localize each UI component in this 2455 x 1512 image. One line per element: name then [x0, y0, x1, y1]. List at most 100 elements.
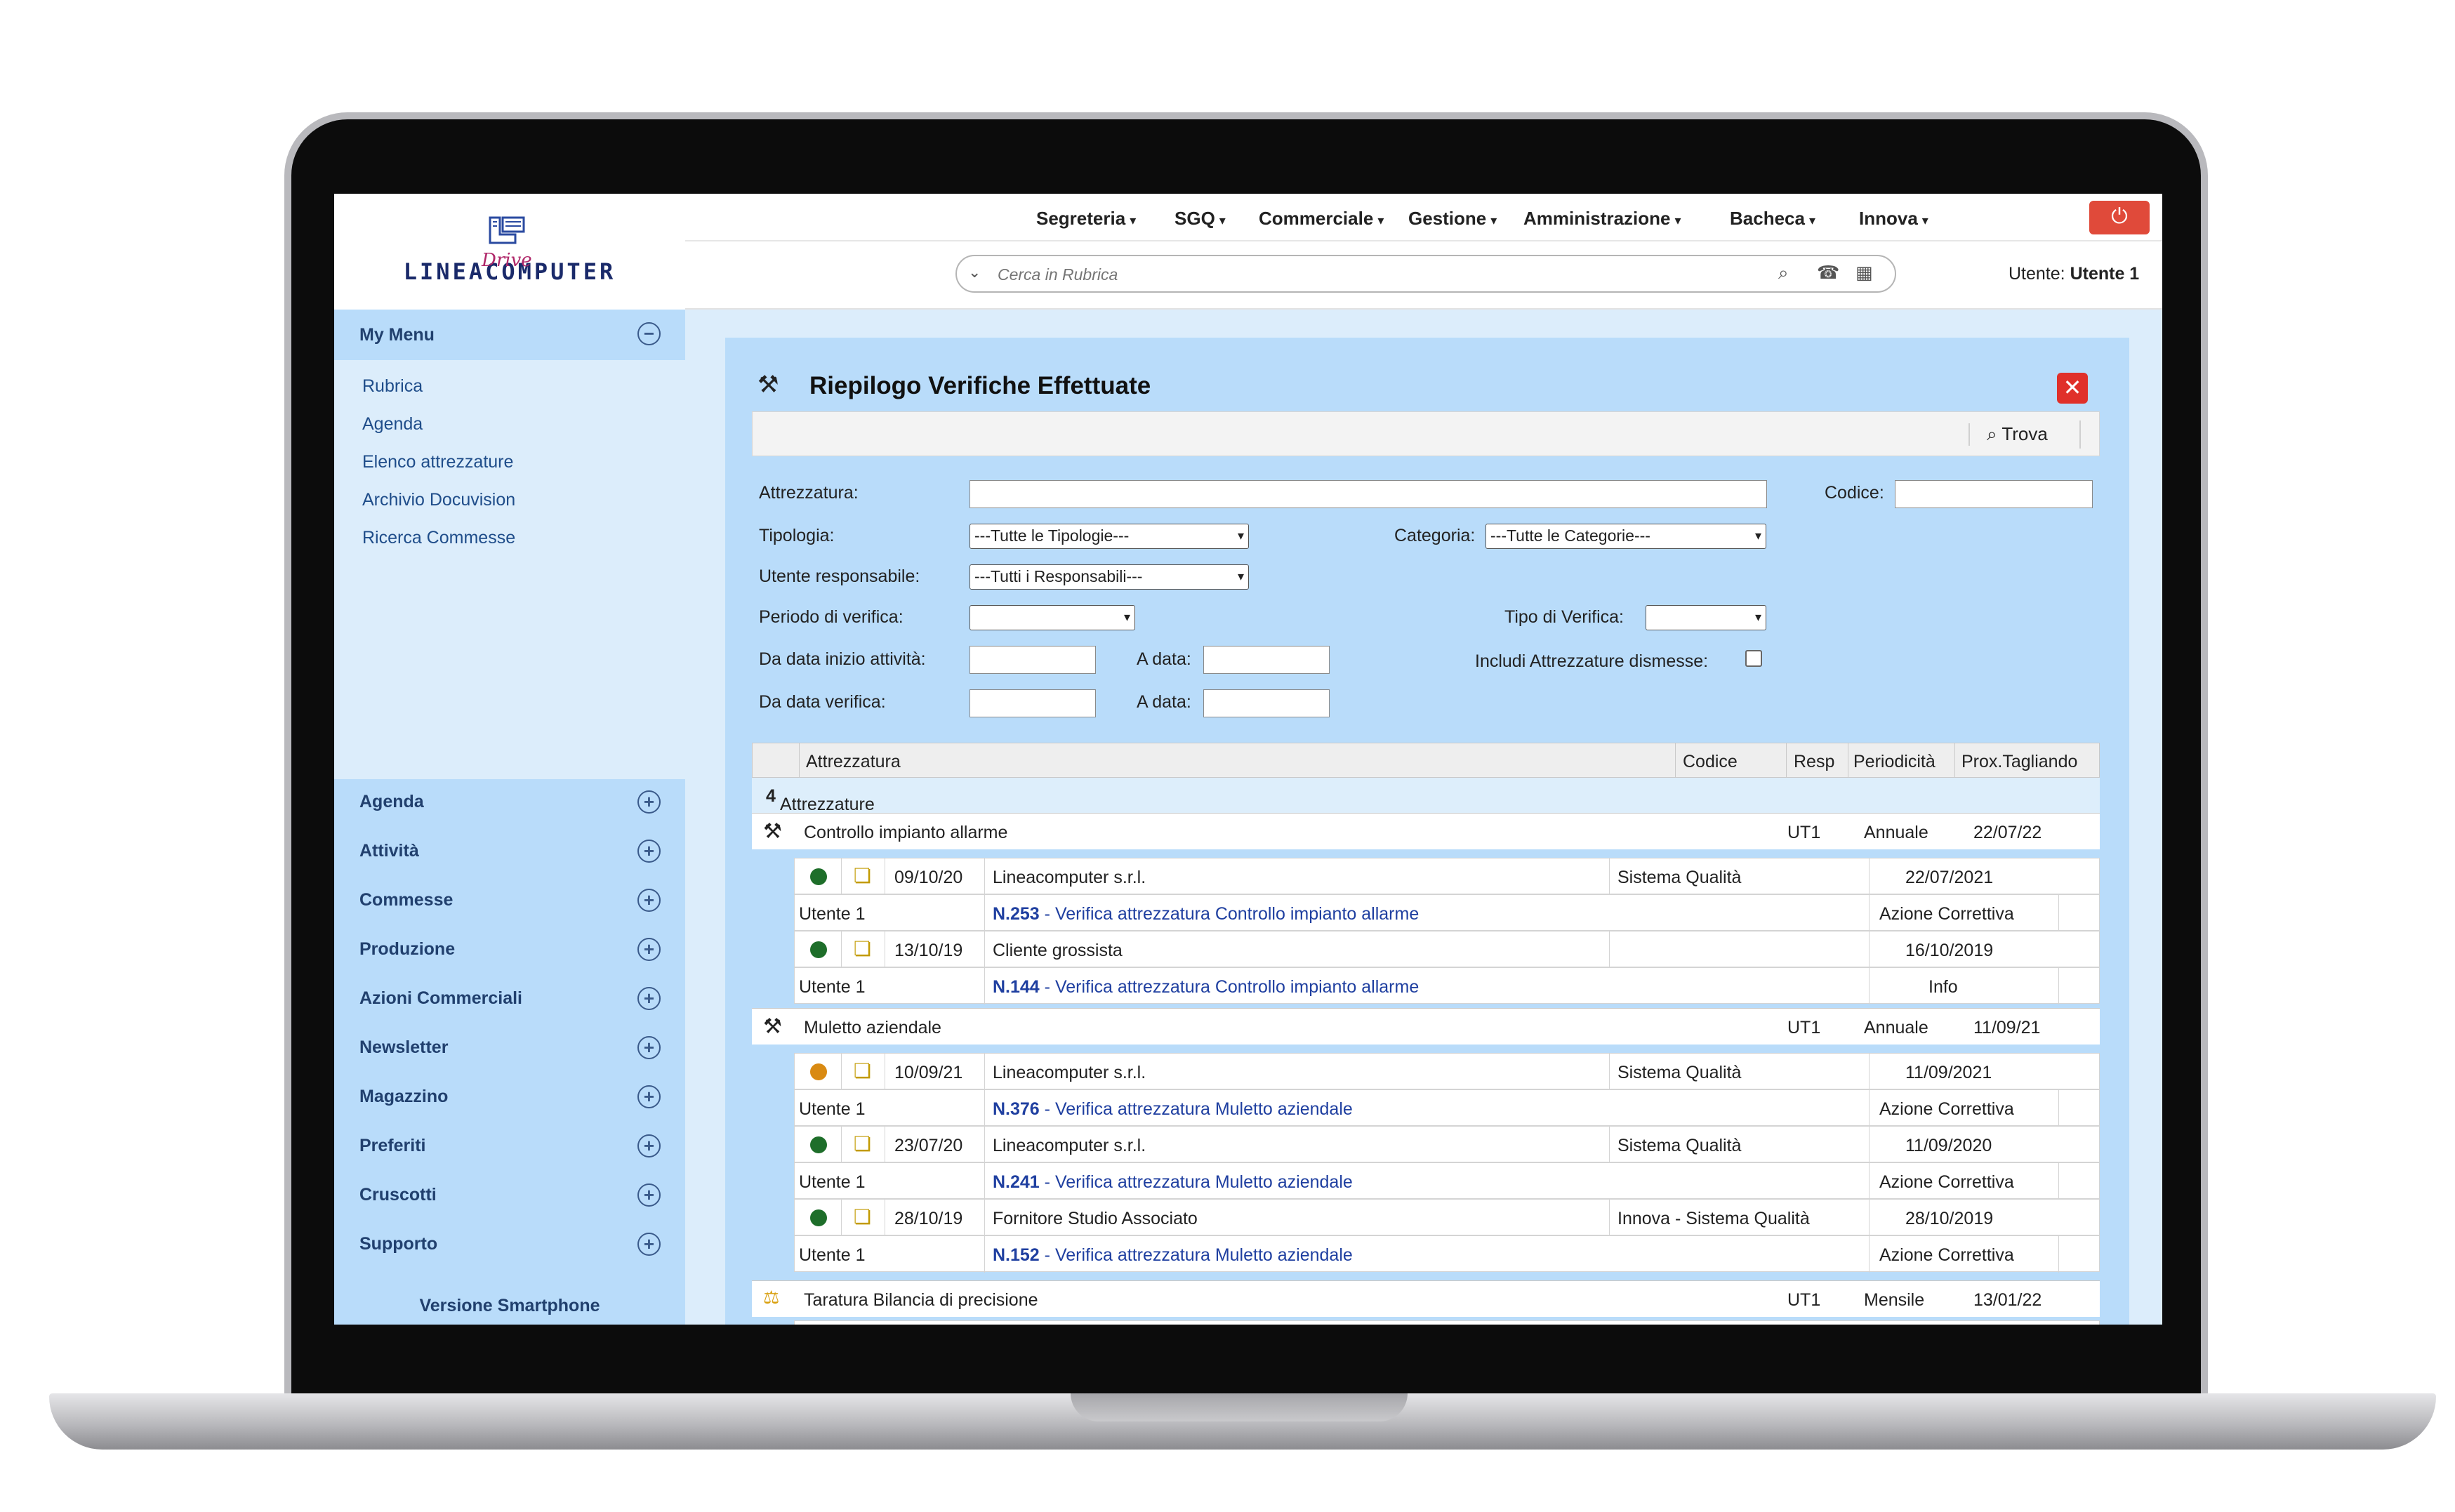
collapse-icon[interactable]: − [637, 322, 661, 345]
category: Sistema Qualità [1617, 1136, 1742, 1155]
attrezzatura-input[interactable] [970, 480, 1767, 508]
chevron-down-icon: ▾ [1237, 529, 1244, 543]
table-row-detail[interactable]: Utente 1 N.144 - Verifica attrezzatura C… [794, 967, 2100, 1004]
sidebar-section-supporto[interactable]: Supporto + [334, 1221, 685, 1271]
section-label: Magazzino [359, 1087, 449, 1106]
expand-icon[interactable]: + [637, 1183, 661, 1207]
find-button[interactable]: ⌕ Trova [1968, 423, 2048, 446]
document-stack-icon[interactable]: ❏ [854, 1132, 871, 1155]
table-row[interactable]: ❏ 13/10/19 Cliente grossista 16/10/2019 [794, 931, 2100, 968]
verification-link[interactable]: N.241 - Verifica attrezzatura Muletto az… [993, 1172, 1353, 1193]
sidebar-section-produzione[interactable]: Produzione + [334, 927, 685, 976]
da-data-inizio-input[interactable] [970, 646, 1096, 674]
sidebar-section-commesse[interactable]: Commesse + [334, 877, 685, 927]
periodo-select[interactable]: ▾ [970, 605, 1135, 630]
my-menu-header[interactable]: My Menu − [334, 310, 685, 360]
expand-icon[interactable]: + [637, 889, 661, 912]
table-row-detail[interactable]: Utente 1 N.241 - Verifica attrezzatura M… [794, 1162, 2100, 1200]
table-row[interactable]: ❏ 23/07/20 Lineacomputer s.r.l. Sistema … [794, 1126, 2100, 1163]
document-stack-icon[interactable]: ❏ [854, 937, 871, 960]
sidebar-section-agenda[interactable]: Agenda + [334, 779, 685, 828]
table-row-detail[interactable]: Utente 1 N.376 - Verifica attrezzatura M… [794, 1089, 2100, 1127]
column-header-periodicita[interactable]: Periodicità [1853, 752, 1935, 772]
sidebar-section-cruscotti[interactable]: Cruscotti + [334, 1172, 685, 1221]
sidebar-section-magazzino[interactable]: Magazzino + [334, 1074, 685, 1123]
calendar-icon[interactable]: ▦ [1855, 262, 1873, 284]
my-menu-item-agenda[interactable]: Agenda [362, 410, 515, 448]
nav-bacheca[interactable]: Bacheca ▾ [1730, 208, 1815, 230]
table-row[interactable]: ❏ 28/10/19 Fornitore Studio Associato In… [794, 1199, 2100, 1236]
sidebar-section-preferiti[interactable]: Preferiti + [334, 1123, 685, 1172]
table-row[interactable]: ❏ 09/10/20 Lineacomputer s.r.l. Sistema … [794, 858, 2100, 895]
tipologia-select[interactable]: ---Tutte le Tipologie--- ▾ [970, 524, 1249, 549]
da-data-verifica-input[interactable] [970, 689, 1096, 717]
sidebar-section-azioni-commerciali[interactable]: Azioni Commerciali + [334, 976, 685, 1025]
close-icon[interactable]: ✕ [2057, 373, 2088, 404]
table-row-group[interactable]: ⚖ Taratura Bilancia di precisione UT1 Me… [752, 1280, 2100, 1317]
nav-innova[interactable]: Innova ▾ [1859, 208, 1928, 230]
chevron-down-icon[interactable]: ⌄ [968, 263, 981, 281]
section-label: Newsletter [359, 1037, 449, 1057]
expand-icon[interactable]: + [637, 1036, 661, 1059]
expand-icon[interactable]: + [637, 1134, 661, 1158]
my-menu-item-ricerca-commesse[interactable]: Ricerca Commesse [362, 524, 515, 562]
search-icon[interactable]: ⌕ [1778, 262, 1789, 284]
nav-sgq[interactable]: SGQ ▾ [1174, 208, 1226, 230]
sidebar-section-newsletter[interactable]: Newsletter + [334, 1025, 685, 1074]
document-stack-icon[interactable]: ❏ [854, 864, 871, 887]
verification-link[interactable]: N.376 - Verifica attrezzatura Muletto az… [993, 1099, 1353, 1120]
chevron-down-icon: ▾ [1123, 610, 1130, 624]
my-menu-item-archivio-docuvision[interactable]: Archivio Docuvision [362, 486, 515, 524]
search-input[interactable] [998, 262, 1700, 287]
tipo-verifica-select[interactable]: ▾ [1646, 605, 1766, 630]
categoria-select[interactable]: ---Tutte le Categorie--- ▾ [1485, 524, 1766, 549]
logo[interactable]: LINEACOMPUTER Drive [334, 194, 685, 310]
column-header-codice[interactable]: Codice [1683, 752, 1738, 772]
expand-icon[interactable]: + [637, 790, 661, 814]
sidebar-section-attivita[interactable]: Attività + [334, 828, 685, 877]
user: Utente 1 [799, 1245, 866, 1265]
document-stack-icon[interactable]: ❏ [854, 1205, 871, 1228]
my-menu-item-elenco-attrezzature[interactable]: Elenco attrezzature [362, 448, 515, 486]
category: Sistema Qualità [1617, 868, 1742, 887]
expand-icon[interactable]: + [637, 1233, 661, 1256]
a-data-verifica-input[interactable] [1203, 689, 1330, 717]
expand-icon[interactable]: + [637, 938, 661, 961]
includi-dismesse-checkbox[interactable] [1745, 650, 1762, 667]
verification-link[interactable]: N.152 - Verifica attrezzatura Muletto az… [993, 1245, 1353, 1266]
table-row-group[interactable]: ⚒ Controllo impianto allarme UT1 Annuale… [752, 813, 2100, 849]
document-stack-icon[interactable]: ❏ [854, 1059, 871, 1082]
phone-icon[interactable]: ☎ [1817, 262, 1839, 284]
equipment-next-check: 22/07/22 [1973, 823, 2042, 842]
verification-number: N.253 [993, 904, 1040, 924]
expand-icon[interactable]: + [637, 1085, 661, 1108]
cell-divider [1869, 895, 1870, 931]
nav-gestione[interactable]: Gestione ▾ [1408, 208, 1497, 230]
utente-select[interactable]: ---Tutti i Responsabili--- ▾ [970, 564, 1249, 590]
column-header-attrezzatura[interactable]: Attrezzatura [806, 752, 901, 772]
my-menu-item-rubrica[interactable]: Rubrica [362, 372, 515, 410]
expand-icon[interactable]: + [637, 840, 661, 863]
section-label: Commesse [359, 890, 454, 910]
expand-icon[interactable]: + [637, 987, 661, 1010]
table-row-group[interactable]: ⚒ Muletto aziendale UT1 Annuale 11/09/21 [752, 1008, 2100, 1045]
cell-divider [1609, 1127, 1610, 1163]
smartphone-version-link[interactable]: Versione Smartphone [334, 1296, 685, 1316]
verification-link[interactable]: N.253 - Verifica attrezzatura Controllo … [993, 904, 1419, 924]
power-icon[interactable]: ⏻ [2089, 201, 2150, 234]
table-row-detail[interactable]: Utente 1 N.253 - Verifica attrezzatura C… [794, 894, 2100, 931]
verification-link[interactable]: N.144 - Verifica attrezzatura Controllo … [993, 977, 1419, 997]
table-row[interactable]: ❏ 10/09/21 Lineacomputer s.r.l. Sistema … [794, 1053, 2100, 1090]
user-indicator: Utente: Utente 1 [2009, 264, 2139, 284]
nav-commerciale[interactable]: Commerciale ▾ [1259, 208, 1384, 230]
nav-amministrazione[interactable]: Amministrazione ▾ [1523, 208, 1681, 230]
search-icon: ⌕ [1987, 423, 2002, 444]
company: Lineacomputer s.r.l. [993, 1063, 1146, 1082]
nav-segreteria[interactable]: Segreteria ▾ [1036, 208, 1136, 230]
column-header-resp[interactable]: Resp [1794, 752, 1834, 772]
codice-input[interactable] [1895, 480, 2093, 508]
cell-divider [1609, 858, 1610, 895]
a-data-inizio-input[interactable] [1203, 646, 1330, 674]
table-row-detail[interactable]: Utente 1 N.152 - Verifica attrezzatura M… [794, 1235, 2100, 1273]
column-header-prox-tagliando[interactable]: Prox.Tagliando [1961, 752, 2077, 772]
